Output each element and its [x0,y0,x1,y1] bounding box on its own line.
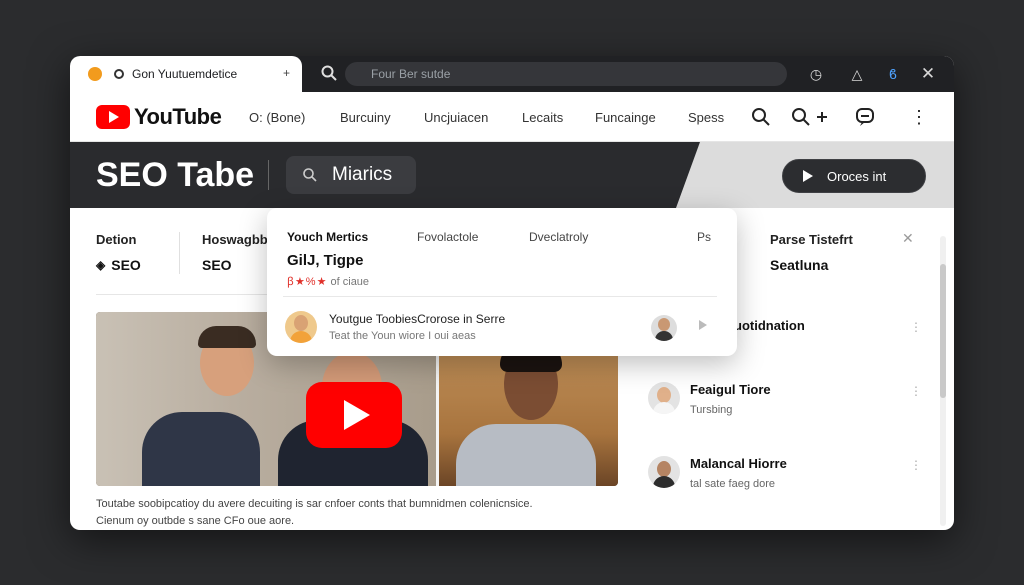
triangle-warning-icon[interactable]: △ [847,64,867,84]
chat-icon[interactable] [854,106,876,128]
close-icon[interactable]: ✕ [902,230,914,247]
stat-parse: Parse Tistefrt Seatluna [770,232,853,273]
nav-item[interactable]: Funcainge [595,110,656,125]
nav-item[interactable]: Spess [688,110,724,125]
more-vertical-icon[interactable]: ⋮ [910,458,922,472]
stat-label: Hoswagbb [202,232,268,247]
list-item[interactable]: Feaigul Tiore Tursbing ⋮ [648,376,922,426]
more-vertical-icon[interactable]: ⋮ [910,384,922,398]
popup-row-subtitle: Teat the Youn wiore I oui aeas [329,330,476,342]
rating-text: of ciaue [330,276,370,288]
stat-hoswagbb: Hoswagbb SEO [202,232,268,273]
more-vertical-icon[interactable]: ⋮ [908,106,930,128]
play-button-icon[interactable] [306,382,402,448]
close-window-icon[interactable]: ✕ [918,64,938,84]
video-split-divider [436,352,439,486]
browser-chrome: Gon Yuutuemdetice + Four Ber sutde ◷ △ ϐ… [70,56,954,92]
list-item-subtitle: Tursbing [690,404,733,416]
rating-stars-icon: ꞵ★%★ [287,276,328,288]
banner-search-box[interactable]: Miarics [286,156,416,194]
nav-item[interactable]: Burcuiny [340,110,391,125]
video-description-line: Cienum oy outbde s sane CFo oue aore. [96,515,295,527]
search-add-icon[interactable] [790,106,834,128]
video-description: Toutabe soobipcatioy du avere decuiting … [96,496,616,530]
process-button-label: Oroces int [827,168,887,184]
list-item-title: uotidnation [734,318,805,333]
stat-value: Seatluna [770,257,829,273]
address-placeholder: Four Ber sutde [371,67,451,81]
popup-tab[interactable]: Youch Mertics [287,230,368,244]
tab-status-dot-icon [88,67,102,81]
channel-banner: SEO Tabe Miarics Oroces int [70,142,954,208]
youtube-logo[interactable]: YouTube [96,104,222,130]
diamond-icon: ◈ [96,258,106,272]
nav-item[interactable]: Uncjuiacen [424,110,488,125]
popup-tab[interactable]: Dveclatroly [529,230,588,244]
stat-detion: Detion ◈ SEO [96,232,141,273]
browser-tab[interactable]: Gon Yuutuemdetice + [70,56,302,92]
stat-label: Detion [96,232,137,247]
scrollbar-thumb[interactable] [940,264,946,398]
page-title: SEO Tabe [96,156,255,194]
search-icon[interactable] [320,64,338,82]
stat-value-text: SEO [111,257,141,273]
list-item-title: Feaigul Tiore [690,382,771,397]
browser-window: Gon Yuutuemdetice + Four Ber sutde ◷ △ ϐ… [70,56,954,530]
nav-item[interactable]: Lecaits [522,110,563,125]
stat-divider [179,232,180,274]
play-icon[interactable] [699,320,707,330]
list-item[interactable]: Malancal Hiorre tal sate faeg dore ⋮ [648,450,922,500]
more-vertical-icon[interactable]: ⋮ [910,320,922,334]
popup-divider [283,296,717,297]
sidebar-scrollbar[interactable] [940,236,946,526]
tab-title: Gon Yuutuemdetice [132,67,238,81]
avatar [648,456,680,488]
popup-tab[interactable]: Fovolactole [417,230,478,244]
tab-favicon-icon [114,69,124,79]
list-item-subtitle: tal sate faeg dore [690,478,776,490]
avatar [648,382,680,414]
video-description-line: Toutabe soobipcatioy du avere decuiting … [96,498,533,510]
banner-divider [268,160,269,190]
list-item-title: Malancal Hiorre [690,456,787,471]
clock-icon[interactable]: ◷ [806,64,826,84]
popup-row-title[interactable]: Youtgue ToobiesCrorose in Serre [329,312,505,326]
avatar [285,311,317,343]
avatar [651,315,677,341]
youtube-play-logo-icon [96,105,130,129]
extension-icon[interactable]: ϐ [883,64,903,84]
banner-search-text: Miarics [332,164,393,185]
stat-label: Parse Tistefrt [770,232,853,247]
tab-close-button[interactable]: + [283,66,290,80]
youtube-navbar: YouTube O: (Bone) Burcuiny Uncjuiacen Le… [70,92,954,142]
logo-text: YouTube [134,104,222,129]
stat-value: ◈ SEO [96,257,141,273]
popup-rating: ꞵ★%★ of ciaue [287,274,369,289]
process-button[interactable]: Oroces int [782,159,926,193]
popup-headline: GilJ, Tigpe [287,252,364,269]
search-icon[interactable] [750,106,772,128]
play-icon [803,170,813,182]
popup-tab[interactable]: Ps [697,230,711,244]
stat-value: SEO [202,257,232,273]
nav-item[interactable]: O: (Bone) [249,110,305,125]
address-bar[interactable]: Four Ber sutde [345,62,787,86]
search-icon [303,168,317,182]
metrics-popup: Youch Mertics Fovolactole Dveclatroly Ps… [267,208,737,356]
